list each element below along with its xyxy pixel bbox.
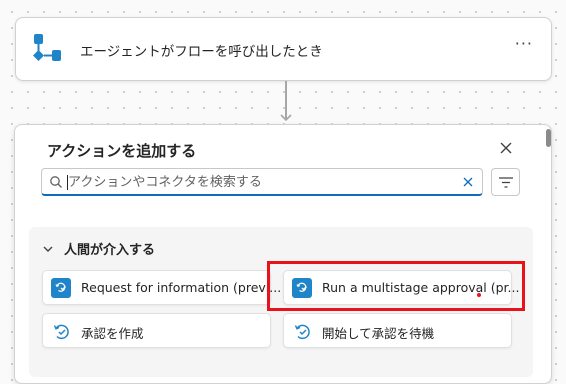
- action-run-multistage-approval[interactable]: Run a multistage approval (pr...: [283, 270, 519, 305]
- panel-title: アクションを追加する: [47, 142, 197, 160]
- search-icon: [50, 176, 62, 188]
- action-start-and-wait-for-approval[interactable]: 開始して承認を待機: [283, 313, 512, 348]
- section-title: 人間が介入する: [64, 243, 156, 258]
- clear-search-icon[interactable]: [462, 176, 474, 188]
- approval-connector-icon: [292, 278, 312, 298]
- action-request-for-information[interactable]: Request for information (previ...: [42, 270, 281, 305]
- action-label: Run a multistage approval (pr...: [322, 280, 520, 295]
- cursor-dot: [477, 293, 481, 297]
- action-label: 承認を作成: [81, 326, 144, 341]
- human-in-the-loop-section: 人間が介入する Request for information (previ..…: [29, 227, 533, 377]
- panel-scrollbar[interactable]: [546, 129, 551, 147]
- approval-refresh-icon: [53, 324, 69, 340]
- action-create-approval[interactable]: 承認を作成: [42, 313, 271, 348]
- action-label: 開始して承認を待機: [322, 326, 435, 341]
- approval-refresh-icon: [294, 324, 310, 340]
- close-icon[interactable]: [497, 139, 515, 157]
- more-options-button[interactable]: ···: [515, 34, 533, 53]
- flow-trigger-icon: [33, 34, 61, 61]
- filter-button[interactable]: [491, 168, 520, 196]
- add-action-panel: アクションを追加する 人間が介入する: [14, 124, 552, 384]
- trigger-title: エージェントがフローを呼び出したとき: [80, 44, 323, 60]
- approval-connector-icon: [51, 278, 71, 298]
- chevron-down-icon: [43, 246, 53, 252]
- search-input[interactable]: [68, 171, 448, 193]
- connector-arrow-icon: [280, 114, 292, 122]
- trigger-card[interactable]: エージェントがフローを呼び出したとき ···: [15, 17, 552, 81]
- filter-icon: [499, 177, 513, 188]
- section-header[interactable]: 人間が介入する: [42, 239, 155, 258]
- action-label: Request for information (previ...: [81, 280, 282, 295]
- search-box[interactable]: [41, 168, 483, 196]
